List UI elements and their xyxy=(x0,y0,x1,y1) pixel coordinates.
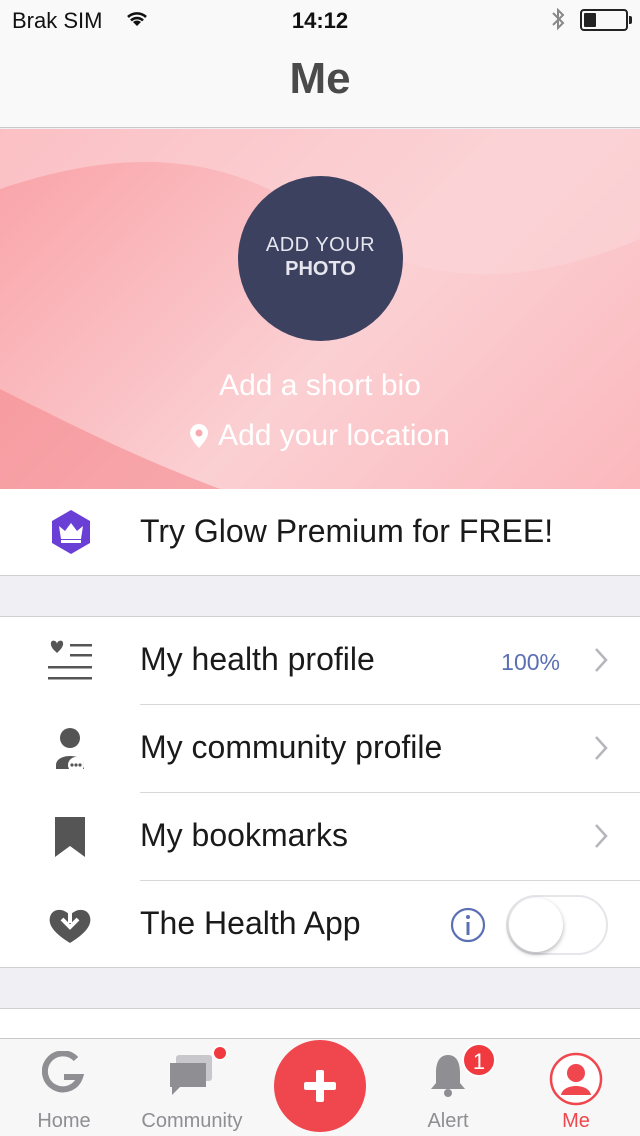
bookmark-icon xyxy=(46,813,94,864)
community-profile-label: My community profile xyxy=(140,729,443,765)
heart-download-icon xyxy=(46,901,94,952)
settings-list: My health profile 100% My community prof… xyxy=(0,616,640,968)
add-photo-label-line2: PHOTO xyxy=(285,258,356,280)
health-profile-completion: 100% xyxy=(501,649,560,675)
health-profile-label: My health profile xyxy=(140,641,375,677)
toggle-knob xyxy=(509,898,563,952)
tab-alert-label: Alert xyxy=(427,1110,469,1132)
chevron-right-icon xyxy=(594,735,608,766)
tab-me-label: Me xyxy=(562,1110,590,1132)
add-location-link[interactable]: Add your location xyxy=(0,419,640,453)
add-photo-label-line1: ADD YOUR xyxy=(265,234,376,256)
alert-badge: 1 xyxy=(462,1043,496,1077)
chat-bubbles-icon xyxy=(128,1051,256,1102)
community-notification-dot xyxy=(212,1045,228,1061)
page-title: Me xyxy=(289,54,351,103)
chevron-right-icon xyxy=(594,647,608,678)
clock: 14:12 xyxy=(291,8,349,33)
chevron-right-icon xyxy=(594,823,608,854)
profile-icon xyxy=(512,1051,640,1112)
info-icon[interactable] xyxy=(450,907,486,948)
health-list-icon xyxy=(46,637,94,688)
bluetooth-icon xyxy=(550,6,566,38)
health-app-label: The Health App xyxy=(140,905,361,941)
crown-icon xyxy=(48,509,94,560)
plus-icon xyxy=(304,1070,336,1102)
location-pin-icon xyxy=(190,424,209,448)
add-bio-link[interactable]: Add a short bio xyxy=(0,369,640,403)
add-button[interactable] xyxy=(274,1040,366,1132)
bookmarks-row[interactable]: My bookmarks xyxy=(0,793,640,881)
tab-home-label: Home xyxy=(37,1110,91,1132)
status-bar: Brak SIM 14:12 xyxy=(0,0,640,40)
premium-label: Try Glow Premium for FREE! xyxy=(140,513,554,549)
glow-logo-icon xyxy=(0,1050,128,1102)
health-profile-row[interactable]: My health profile 100% xyxy=(0,617,640,705)
health-app-row: The Health App xyxy=(0,881,640,969)
profile-header: ADD YOUR PHOTO Add a short bio Add your … xyxy=(0,129,640,489)
tab-community[interactable]: Community xyxy=(128,1039,256,1136)
community-profile-row[interactable]: My community profile xyxy=(0,705,640,793)
tab-community-label: Community xyxy=(141,1110,243,1132)
premium-row[interactable]: Try Glow Premium for FREE! xyxy=(0,489,640,576)
person-icon xyxy=(46,725,94,776)
tab-home[interactable]: Home xyxy=(0,1039,128,1136)
health-app-toggle[interactable] xyxy=(506,895,608,955)
add-photo-button[interactable]: ADD YOUR PHOTO xyxy=(238,176,403,341)
me-screen: Brak SIM 14:12 Me ADD YOUR PHOTO Add a s… xyxy=(0,0,640,1136)
navigation-bar: Me xyxy=(0,40,640,128)
tab-me[interactable]: Me xyxy=(512,1039,640,1136)
bookmarks-label: My bookmarks xyxy=(140,817,349,853)
tab-alert[interactable]: 1 Alert xyxy=(384,1039,512,1136)
battery-icon xyxy=(580,9,632,31)
add-location-label: Add your location xyxy=(218,419,450,452)
